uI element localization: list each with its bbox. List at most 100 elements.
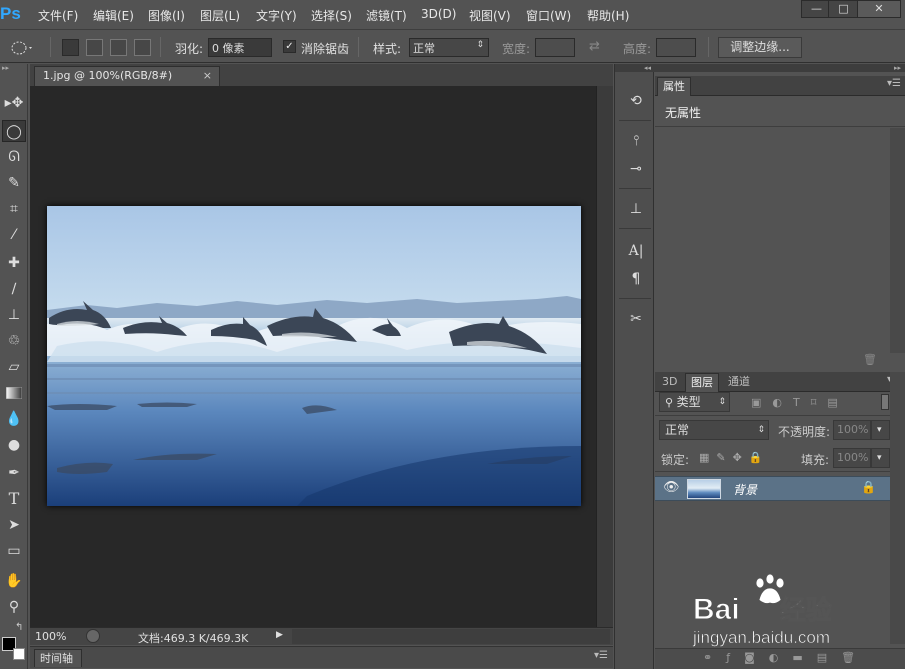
elliptical-marquee-tool-icon[interactable]: ◯ xyxy=(2,120,26,142)
status-menu-arrow-icon[interactable]: ▶ xyxy=(276,630,283,640)
intersect-selection-icon[interactable] xyxy=(134,39,151,56)
character-panel-icon[interactable]: A| xyxy=(625,240,647,262)
timeline-panel: 时间轴 ▾☰ xyxy=(30,646,613,668)
blur-tool-icon[interactable]: 💧 xyxy=(2,408,26,430)
menu-layer[interactable]: 图层(L) xyxy=(200,7,240,24)
pen-tool-icon[interactable]: ✒ xyxy=(2,462,26,484)
new-selection-icon[interactable] xyxy=(62,39,79,56)
layer-row[interactable]: 👁 背景 🔒 xyxy=(655,476,890,501)
feather-input[interactable]: 0 像素 xyxy=(208,38,272,57)
layer-filter-icons[interactable]: ▣◐T⌑▤ xyxy=(751,396,891,410)
tab-3d[interactable]: 3D xyxy=(657,373,682,392)
chevron-updown-icon: ⇕ xyxy=(757,425,765,435)
eye-icon[interactable]: 👁 xyxy=(663,480,680,495)
swap-colors-icon[interactable]: ↰ xyxy=(15,622,23,633)
eraser-tool-icon[interactable]: ▱ xyxy=(2,356,26,378)
healing-brush-tool-icon[interactable]: ✚ xyxy=(2,252,26,274)
menu-select[interactable]: 选择(S) xyxy=(311,7,352,24)
lasso-tool-icon[interactable]: ᘏ xyxy=(2,146,26,168)
path-selection-tool-icon[interactable]: ➤ xyxy=(2,514,26,536)
brush-panel-icon[interactable]: ⊸ xyxy=(625,158,647,180)
properties-tabrow: 属性 ▾☰ xyxy=(655,76,905,96)
feather-label: 羽化: xyxy=(175,42,204,56)
brush-presets-icon[interactable]: ⫯ xyxy=(625,130,647,152)
paragraph-panel-icon[interactable]: ¶ xyxy=(625,268,647,290)
quick-selection-tool-icon[interactable]: ✎ xyxy=(2,172,26,194)
chevron-updown-icon: ⇕ xyxy=(476,40,484,50)
move-tool-icon[interactable]: ▸✥ xyxy=(2,92,26,114)
menu-edit[interactable]: 编辑(E) xyxy=(93,7,134,24)
type-tool-icon[interactable]: T xyxy=(2,488,26,510)
fill-dropdown-icon[interactable]: ▾ xyxy=(871,448,890,468)
trash-icon[interactable]: 🗑 xyxy=(863,353,877,366)
canvas-vertical-scrollbar[interactable] xyxy=(596,86,613,627)
menu-image[interactable]: 图像(I) xyxy=(148,7,185,24)
fill-label: 填充: xyxy=(801,453,830,467)
height-label: 高度: xyxy=(623,42,652,56)
timeline-tab[interactable]: 时间轴 xyxy=(34,649,82,667)
dodge-tool-icon[interactable]: ● xyxy=(2,434,26,456)
panel-menu-icon[interactable]: ▾☰ xyxy=(887,78,901,89)
subtract-selection-icon[interactable] xyxy=(110,39,127,56)
tool-presets-icon[interactable]: ✂ xyxy=(625,308,647,330)
blend-mode-select[interactable]: 正常 ⇕ xyxy=(659,420,769,440)
expand-arrows-icon[interactable]: ◂◂ xyxy=(615,64,655,72)
swap-icon[interactable]: ⇄ xyxy=(589,39,600,54)
clone-source-icon[interactable]: ⊥ xyxy=(625,198,647,220)
history-panel-icon[interactable]: ⟲ xyxy=(625,90,647,112)
menu-3d[interactable]: 3D(D) xyxy=(421,7,456,21)
collapse-arrows-icon[interactable]: ▸▸ xyxy=(0,64,28,72)
add-selection-icon[interactable] xyxy=(86,39,103,56)
properties-scrollbar[interactable] xyxy=(890,128,905,353)
watermark-brand: Bai 经验 xyxy=(693,593,833,627)
tab-properties[interactable]: 属性 xyxy=(657,77,691,96)
filter-toggle[interactable] xyxy=(881,394,889,410)
dock-collapse-icon[interactable]: ▸▸ xyxy=(655,64,905,72)
crop-tool-icon[interactable]: ⌗ xyxy=(2,198,26,220)
lock-options[interactable]: ▦✎✥🔒 xyxy=(699,451,789,467)
menu-window[interactable]: 窗口(W) xyxy=(526,7,571,24)
horizontal-scrollbar[interactable] xyxy=(292,629,610,644)
fill-input[interactable]: 100% xyxy=(833,448,871,468)
layer-filter-select[interactable]: ⚲ 类型 ⇕ xyxy=(659,392,730,412)
document-image[interactable] xyxy=(47,206,581,506)
maximize-button[interactable]: □ xyxy=(828,0,859,18)
brush-tool-icon[interactable]: ∕ xyxy=(2,278,26,300)
history-brush-tool-icon[interactable]: ♲ xyxy=(2,330,26,352)
opacity-input[interactable]: 100% xyxy=(833,420,871,440)
document-tab-bar: 1.jpg @ 100%(RGB/8#) × xyxy=(30,64,613,86)
tab-layers[interactable]: 图层 xyxy=(685,373,719,392)
width-input[interactable] xyxy=(535,38,575,57)
antialias-checkbox[interactable]: ✓ xyxy=(283,40,296,53)
zoom-tool-icon[interactable]: ⚲ xyxy=(2,596,26,618)
height-input[interactable] xyxy=(656,38,696,57)
menu-type[interactable]: 文字(Y) xyxy=(256,7,297,24)
layer-filter-value: 类型 xyxy=(676,395,701,409)
menu-help[interactable]: 帮助(H) xyxy=(587,7,629,24)
style-select[interactable]: 正常 ⇕ xyxy=(409,38,489,57)
menu-file[interactable]: 文件(F) xyxy=(38,7,78,24)
layer-name[interactable]: 背景 xyxy=(733,481,757,498)
opacity-dropdown-icon[interactable]: ▾ xyxy=(871,420,890,440)
menu-view[interactable]: 视图(V) xyxy=(469,7,511,24)
zoom-level[interactable]: 100% xyxy=(35,630,66,643)
menu-filter[interactable]: 滤镜(T) xyxy=(366,7,407,24)
refine-edge-button[interactable]: 调整边缘... xyxy=(718,37,802,58)
width-label: 宽度: xyxy=(502,42,531,56)
close-button[interactable]: ✕ xyxy=(857,0,901,18)
elliptical-marquee-preset-icon[interactable] xyxy=(10,39,34,57)
hand-tool-icon[interactable]: ✋ xyxy=(2,570,26,592)
document-size-info: 文档:469.3 K/469.3K xyxy=(138,632,249,645)
properties-content: 无属性 xyxy=(665,106,702,120)
tab-channels[interactable]: 通道 xyxy=(723,373,755,392)
clone-stamp-tool-icon[interactable]: ⊥ xyxy=(2,304,26,326)
background-color-swatch[interactable] xyxy=(13,648,25,660)
document-tab[interactable]: 1.jpg @ 100%(RGB/8#) × xyxy=(34,66,220,86)
eyedropper-tool-icon[interactable]: ⁄ xyxy=(2,224,26,246)
status-info-icon[interactable] xyxy=(86,629,100,643)
tab-close-icon[interactable]: × xyxy=(203,67,212,85)
opacity-label: 不透明度: xyxy=(778,425,831,439)
panel-menu-icon[interactable]: ▾☰ xyxy=(594,650,608,661)
gradient-tool-icon[interactable] xyxy=(2,382,26,404)
rectangle-tool-icon[interactable]: ▭ xyxy=(2,540,26,562)
